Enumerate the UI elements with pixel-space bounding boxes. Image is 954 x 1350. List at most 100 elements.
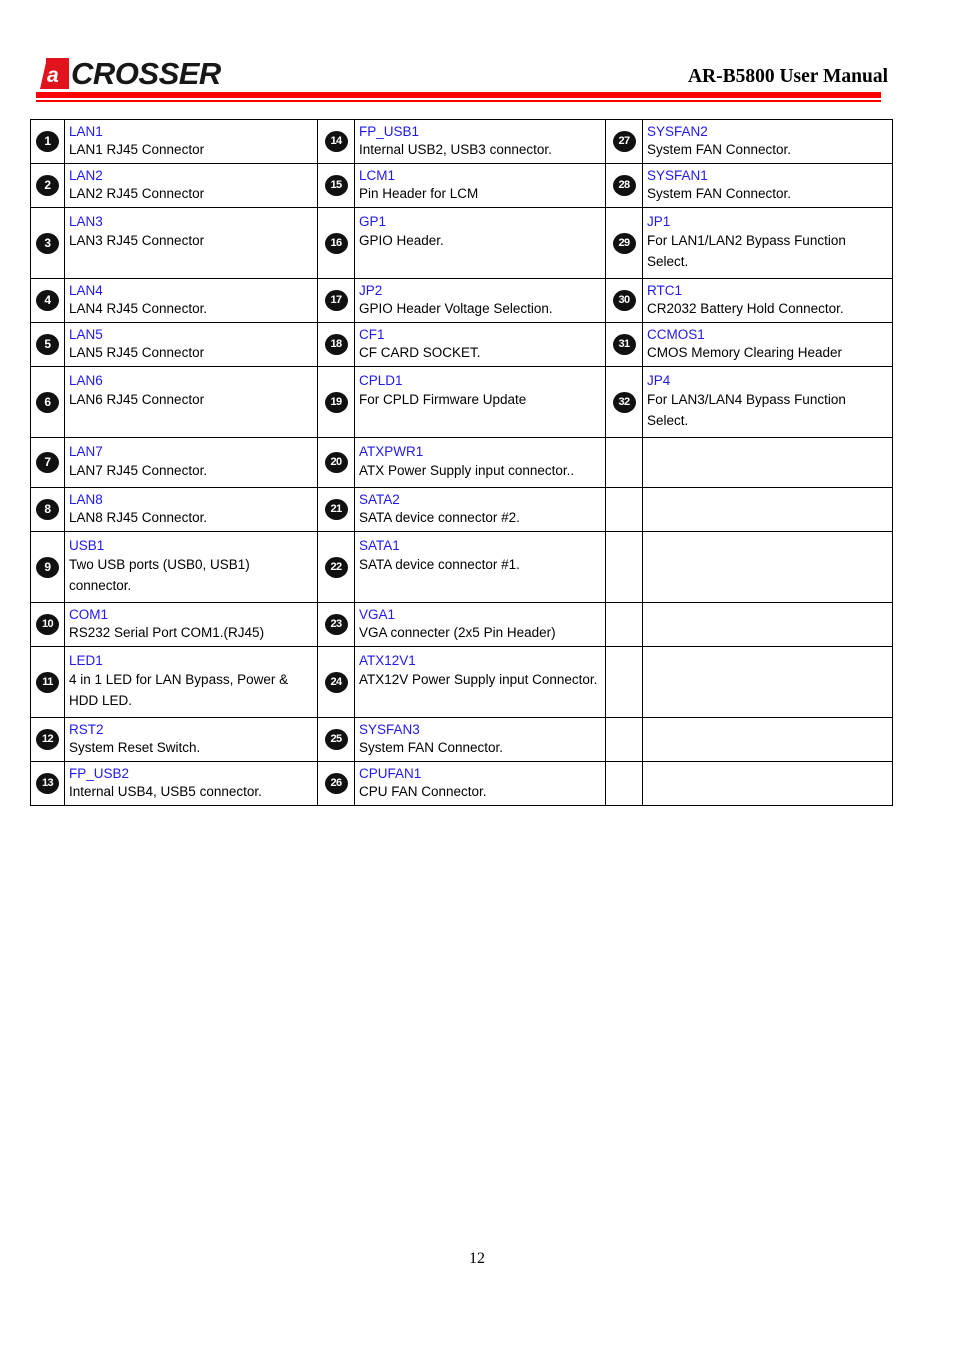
item-number-cell: 29 — [605, 207, 643, 279]
connector-name: ATXPWR1 — [359, 444, 424, 459]
connector-name: SATA2 — [359, 492, 400, 507]
connector-description: ATX Power Supply input connector.. — [359, 463, 575, 478]
item-description-cell: RTC1 CR2032 Battery Hold Connector. — [642, 278, 893, 323]
connector-name: SYSFAN2 — [647, 124, 708, 139]
item-number-cell: 20 — [317, 437, 355, 488]
table-row: 6 LAN6 LAN6 RJ45 Connector 19 CPLD1 For CPLD … — [30, 366, 893, 438]
empty-description-cell — [642, 602, 893, 647]
item-number-cell: 13 — [30, 761, 65, 806]
connector-description: CMOS Memory Clearing Header — [647, 345, 843, 360]
empty-number-cell — [605, 646, 643, 718]
item-description-cell: SYSFAN3 System FAN Connector. — [354, 717, 606, 762]
number-badge: 19 — [324, 391, 348, 413]
item-number-cell: 7 — [30, 437, 65, 488]
item-number-cell: 18 — [317, 322, 355, 367]
item-number-cell: 22 — [317, 531, 355, 603]
table-row: 10 COM1 RS232 Serial Port COM1.(RJ45) 23 VGA… — [30, 602, 893, 647]
item-number-cell: 28 — [605, 163, 643, 208]
logo-mark-icon: a — [40, 57, 70, 89]
item-description-cell: CCMOS1 CMOS Memory Clearing Header — [642, 322, 893, 367]
number-badge: 21 — [324, 499, 348, 520]
empty-number-cell — [605, 531, 643, 603]
table-row: 4 LAN4 LAN4 RJ45 Connector. 17 JP2 GPIO Heade… — [30, 278, 893, 323]
connector-description: LAN3 RJ45 Connector — [69, 233, 205, 248]
number-badge: 8 — [36, 499, 59, 520]
item-description-cell: LAN3 LAN3 RJ45 Connector — [64, 207, 318, 279]
connector-name: LCM1 — [359, 168, 396, 183]
connector-description: Internal USB4, USB5 connector. — [69, 784, 262, 799]
item-number-cell: 21 — [317, 487, 355, 532]
item-description-cell: JP2 GPIO Header Voltage Selection. — [354, 278, 606, 323]
empty-number-cell — [605, 602, 643, 647]
item-description-cell: COM1 RS232 Serial Port COM1.(RJ45) — [64, 602, 318, 647]
connector-name: COM1 — [69, 607, 109, 622]
empty-cell-spacer — [647, 606, 651, 623]
connector-description: System FAN Connector. — [647, 142, 792, 157]
connector-description: System FAN Connector. — [359, 740, 504, 755]
item-number-cell: 10 — [30, 602, 65, 647]
number-badge: 12 — [36, 729, 59, 750]
number-badge: 27 — [612, 131, 636, 152]
table-row: 7 LAN7 LAN7 RJ45 Connector. 20 ATXPWR1 ATX Po… — [30, 437, 893, 488]
connector-description: Pin Header for LCM — [359, 186, 479, 201]
item-description-cell: FP_USB1 Internal USB2, USB3 connector. — [354, 119, 606, 164]
item-description-cell: USB1 Two USB ports (USB0, USB1) connector… — [64, 531, 318, 603]
item-description-cell: SYSFAN2 System FAN Connector. — [642, 119, 893, 164]
number-badge: 22 — [324, 556, 348, 578]
table-row: 13 FP_USB2 Internal USB4, USB5 connector. 2… — [30, 761, 893, 806]
connector-name: LAN4 — [69, 283, 103, 298]
connector-name: LAN7 — [69, 444, 103, 459]
item-description-cell: LAN8 LAN8 RJ45 Connector. — [64, 487, 318, 532]
number-badge: 3 — [36, 232, 59, 254]
number-badge: 29 — [612, 232, 636, 254]
connector-description: For LAN3/LAN4 Bypass Function Select. — [647, 392, 846, 428]
item-number-cell: 2 — [30, 163, 65, 208]
connector-description: LAN5 RJ45 Connector — [69, 345, 205, 360]
number-badge: 20 — [324, 452, 348, 473]
connector-name: GP1 — [359, 214, 387, 229]
connector-description: System Reset Switch. — [69, 740, 201, 755]
table-row: 3 LAN3 LAN3 RJ45 Connector 16 GP1 GPIO Header… — [30, 207, 893, 279]
item-number-cell: 24 — [317, 646, 355, 718]
connector-name: LAN5 — [69, 327, 103, 342]
header-rule-thick — [36, 92, 881, 98]
item-description-cell: GP1 GPIO Header. — [354, 207, 606, 279]
item-number-cell: 3 — [30, 207, 65, 279]
connector-description: LAN8 RJ45 Connector. — [69, 510, 208, 525]
connector-name: LAN3 — [69, 214, 103, 229]
empty-description-cell — [642, 487, 893, 532]
number-badge: 30 — [612, 290, 636, 311]
number-badge: 15 — [324, 175, 348, 196]
number-badge: 16 — [324, 232, 348, 254]
empty-description-cell — [642, 531, 893, 603]
connector-description: LAN2 RJ45 Connector — [69, 186, 205, 201]
connector-description: CR2032 Battery Hold Connector. — [647, 301, 844, 316]
connector-description: System FAN Connector. — [647, 186, 792, 201]
connector-name: JP4 — [647, 373, 671, 388]
logo-inner-letter: a — [47, 63, 59, 87]
connector-description: GPIO Header. — [359, 233, 444, 248]
item-number-cell: 26 — [317, 761, 355, 806]
connector-name: LAN8 — [69, 492, 103, 507]
number-badge: 24 — [324, 671, 348, 693]
item-description-cell: LAN1 LAN1 RJ45 Connector — [64, 119, 318, 164]
item-description-cell: LAN6 LAN6 RJ45 Connector — [64, 366, 318, 438]
empty-description-cell — [642, 761, 893, 806]
connector-description: CPU FAN Connector. — [359, 784, 487, 799]
connector-description: RS232 Serial Port COM1.(RJ45) — [69, 625, 265, 640]
connector-legend-body: 1 LAN1 LAN1 RJ45 Connector 14 FP_USB1 Interna… — [30, 119, 893, 806]
empty-cell-spacer — [647, 765, 651, 782]
empty-number-cell — [605, 437, 643, 488]
logo-wordmark: CROSSER — [71, 55, 221, 91]
connector-description: Two USB ports (USB0, USB1) connector. — [69, 557, 250, 593]
connector-name: CPLD1 — [359, 373, 403, 388]
item-description-cell: LED1 4 in 1 LED for LAN Bypass, Power & H… — [64, 646, 318, 718]
connector-description: SATA device connector #1. — [359, 557, 520, 572]
table-row: 1 LAN1 LAN1 RJ45 Connector 14 FP_USB1 Interna… — [30, 119, 893, 164]
connector-name: USB1 — [69, 538, 105, 553]
number-badge: 10 — [36, 614, 59, 635]
number-badge: 14 — [324, 131, 348, 152]
table-row: 8 LAN8 LAN8 RJ45 Connector. 21 SATA2 SATA dev… — [30, 487, 893, 532]
item-number-cell: 6 — [30, 366, 65, 438]
manual-title: AR-B5800 User Manual — [687, 66, 888, 87]
